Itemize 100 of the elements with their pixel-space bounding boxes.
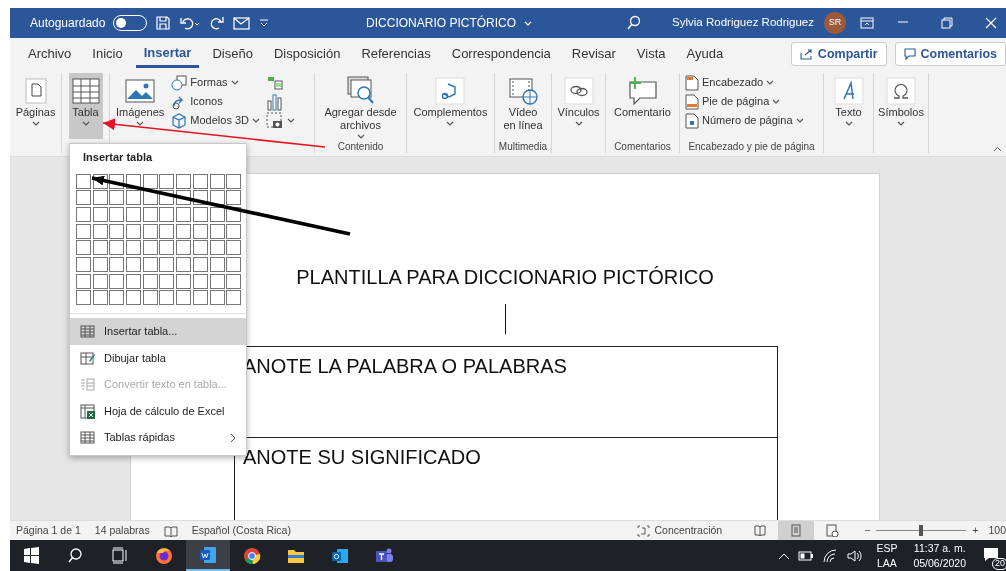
- grid-cell[interactable]: [176, 223, 192, 239]
- grid-cell[interactable]: [192, 206, 208, 222]
- grid-cell[interactable]: [109, 256, 125, 272]
- customize-icon[interactable]: [259, 18, 270, 28]
- ribbon-tab[interactable]: Vista: [628, 40, 674, 68]
- view-button[interactable]: [778, 521, 815, 540]
- language-indicator[interactable]: ESP LAA: [876, 541, 898, 570]
- close-icon[interactable]: [983, 15, 999, 31]
- ribbon-tab[interactable]: Referencias: [353, 40, 439, 68]
- grid-cell[interactable]: [209, 240, 225, 256]
- grid-cell[interactable]: [92, 223, 108, 239]
- grid-cell[interactable]: [176, 290, 192, 306]
- search-icon[interactable]: [626, 15, 643, 31]
- grid-cell[interactable]: [76, 206, 91, 222]
- grid-cell[interactable]: [192, 173, 208, 189]
- book-check-icon[interactable]: [163, 524, 178, 537]
- collapse-icon[interactable]: [993, 146, 1002, 152]
- grid-cell[interactable]: [159, 206, 175, 222]
- ribbon-button[interactable]: Número de página: [683, 111, 806, 130]
- grid-cell[interactable]: [142, 173, 158, 189]
- grid-cell[interactable]: [92, 273, 108, 289]
- grid-cell[interactable]: [209, 256, 225, 272]
- grid-cell[interactable]: [126, 256, 142, 272]
- ribbon-tab[interactable]: Archivo: [20, 40, 80, 68]
- grid-cell[interactable]: [92, 206, 108, 222]
- grid-cell[interactable]: [209, 290, 225, 306]
- notification-button[interactable]: 20: [980, 542, 1006, 569]
- grid-cell[interactable]: [126, 290, 142, 306]
- ribbon-button[interactable]: Vídeo en línea: [498, 73, 548, 139]
- grid-cell[interactable]: [226, 190, 242, 206]
- clock[interactable]: 11:37 a. m. 05/06/2020: [913, 541, 966, 570]
- grid-cell[interactable]: [76, 173, 91, 189]
- grid-cell[interactable]: [192, 223, 208, 239]
- wifi-icon[interactable]: [822, 548, 839, 563]
- grid-cell[interactable]: [159, 240, 175, 256]
- grid-cell[interactable]: [76, 290, 91, 306]
- grid-cell[interactable]: [226, 273, 242, 289]
- grid-cell[interactable]: [126, 240, 142, 256]
- ribbon-button[interactable]: Tabla: [68, 73, 103, 139]
- ribbon-button[interactable]: Formas: [169, 73, 262, 92]
- grid-cell[interactable]: [192, 256, 208, 272]
- ribbon-button[interactable]: Vínculos: [554, 73, 603, 139]
- grid-cell[interactable]: [92, 256, 108, 272]
- user-avatar[interactable]: SR: [824, 12, 846, 34]
- focus-button[interactable]: Concentración: [637, 522, 723, 539]
- grid-cell[interactable]: [142, 290, 158, 306]
- grid-cell[interactable]: [76, 256, 91, 272]
- grid-cell[interactable]: [92, 190, 108, 206]
- grid-cell[interactable]: [92, 240, 108, 256]
- grid-cell[interactable]: [226, 223, 242, 239]
- grid-cell[interactable]: [109, 240, 125, 256]
- grid-cell[interactable]: [159, 173, 175, 189]
- ribbon-display-icon[interactable]: [860, 17, 874, 29]
- grid-cell[interactable]: [142, 223, 158, 239]
- grid-cell[interactable]: [176, 256, 192, 272]
- ribbon-button[interactable]: Complementos: [410, 73, 491, 139]
- grid-cell[interactable]: [76, 273, 91, 289]
- grid-cell[interactable]: [209, 273, 225, 289]
- undo-icon[interactable]: [179, 15, 202, 31]
- grid-cell[interactable]: [226, 173, 242, 189]
- ribbon-button[interactable]: Pie de página: [683, 92, 806, 111]
- grid-cell[interactable]: [109, 290, 125, 306]
- share-button[interactable]: Compartir: [790, 41, 887, 67]
- grid-cell[interactable]: [226, 290, 242, 306]
- ribbon-tab[interactable]: Inicio: [84, 40, 131, 68]
- grid-cell[interactable]: [109, 273, 125, 289]
- grid-cell[interactable]: [142, 240, 158, 256]
- ribbon-tab[interactable]: Disposición: [265, 40, 349, 68]
- comments-button[interactable]: Comentarios: [894, 41, 1006, 67]
- grid-cell[interactable]: [159, 223, 175, 239]
- ribbon-tab[interactable]: Ayuda: [678, 40, 732, 68]
- slider-thumb[interactable]: [919, 525, 924, 536]
- grid-cell[interactable]: [192, 290, 208, 306]
- restore-icon[interactable]: [939, 15, 955, 31]
- grid-cell[interactable]: [159, 290, 175, 306]
- ribbon-button[interactable]: Símbolos: [875, 73, 927, 139]
- grid-cell[interactable]: [76, 190, 91, 206]
- ribbon-button[interactable]: Encabezado: [683, 73, 806, 92]
- volume-icon[interactable]: [846, 548, 863, 563]
- chevron-up-icon[interactable]: [778, 551, 791, 560]
- grid-cell[interactable]: [92, 290, 108, 306]
- grid-cell[interactable]: [142, 256, 158, 272]
- ribbon-icon-button[interactable]: [264, 111, 297, 130]
- redo-icon[interactable]: [209, 15, 226, 31]
- grid-cell[interactable]: [176, 240, 192, 256]
- grid-cell[interactable]: [159, 256, 175, 272]
- grid-cell[interactable]: [126, 190, 142, 206]
- grid-cell[interactable]: [192, 273, 208, 289]
- ribbon-tab[interactable]: Diseño: [204, 40, 261, 68]
- grid-cell[interactable]: [109, 190, 125, 206]
- grid-cell[interactable]: [126, 223, 142, 239]
- grid-cell[interactable]: [76, 223, 91, 239]
- grid-cell[interactable]: [226, 240, 242, 256]
- grid-cell[interactable]: [176, 173, 192, 189]
- grid-cell[interactable]: [109, 206, 125, 222]
- grid-cell[interactable]: [176, 273, 192, 289]
- ribbon-button[interactable]: Páginas: [12, 73, 59, 139]
- zoom-out-button[interactable]: −: [864, 522, 871, 539]
- grid-cell[interactable]: [209, 223, 225, 239]
- grid-cell[interactable]: [126, 206, 142, 222]
